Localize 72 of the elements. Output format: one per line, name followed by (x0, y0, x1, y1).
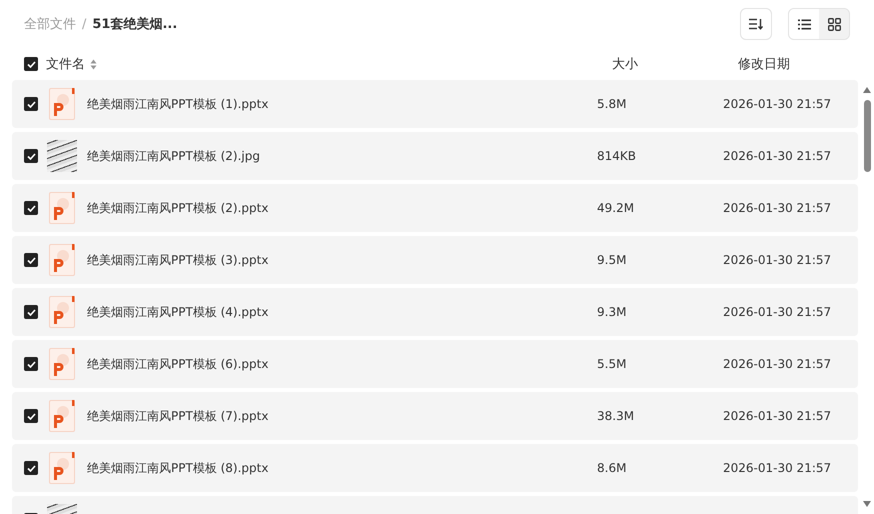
check-icon (26, 412, 36, 420)
check-icon (26, 464, 36, 472)
modified-date: 2026-01-30 21:57 (723, 149, 832, 163)
check-icon (26, 152, 36, 160)
check-icon (26, 360, 36, 368)
check-icon (26, 308, 36, 316)
modified-date: 2026-01-30 21:57 (723, 461, 832, 475)
scrollbar-thumb[interactable] (864, 100, 870, 172)
breadcrumb-item[interactable]: 51套绝美烟... (92, 15, 178, 33)
row-checkbox[interactable] (24, 149, 38, 163)
presentation-file-icon (47, 295, 77, 329)
modified-date: 2026-01-30 21:57 (723, 97, 832, 111)
presentation-file-icon (47, 191, 77, 225)
file-row[interactable]: 绝美烟雨江南风PPT模板 (2).jpg 814KB 2026-01-30 21:57 (12, 132, 858, 180)
row-checkbox[interactable] (24, 461, 38, 475)
file-size: 49.2M (597, 201, 636, 215)
column-header[interactable]: 修改日期 (738, 55, 790, 73)
file-row[interactable]: 绝美烟雨江南风PPT模板 (1).pptx 5.8M 2026-01-30 21:57 (12, 80, 858, 128)
sort-icon (749, 18, 763, 30)
list-icon (798, 18, 810, 30)
file-name[interactable]: 绝美烟雨江南风PPT模板 (2).jpg (87, 148, 597, 164)
modified-date: 2026-01-30 21:57 (723, 253, 832, 267)
row-checkbox[interactable] (24, 305, 38, 319)
modified-date: 2026-01-30 21:57 (723, 201, 832, 215)
file-size: 5.8M (597, 97, 628, 111)
row-checkbox[interactable] (24, 357, 38, 371)
sort-button[interactable] (740, 8, 772, 40)
file-size: 814KB (597, 149, 638, 163)
file-row[interactable]: 绝美烟雨江南风PPT模板 (8).pptx 8.6M 2026-01-30 21:57 (12, 444, 858, 492)
row-checkbox[interactable] (24, 201, 38, 215)
file-row[interactable]: 绝美烟雨江南风PPT模板 (3).pptx 9.5M 2026-01-30 21:57 (12, 236, 858, 284)
row-checkbox[interactable] (24, 409, 38, 423)
check-icon (26, 100, 36, 108)
file-name[interactable]: 绝美烟雨江南风PPT模板 (2).pptx (87, 200, 597, 216)
check-icon (26, 204, 36, 212)
modified-date: 2026-01-30 21:57 (723, 357, 832, 371)
file-name[interactable]: 绝美烟雨江南风PPT模板 (8).pptx (87, 460, 597, 476)
scroll-up-arrow-icon[interactable] (862, 86, 872, 94)
presentation-file-icon (47, 87, 77, 121)
check-icon (26, 60, 36, 68)
scroll-down-arrow-icon[interactable] (862, 500, 872, 508)
list-view-button[interactable] (789, 9, 819, 39)
sort-arrows-icon[interactable] (90, 58, 97, 70)
file-size: 38.3M (597, 409, 636, 423)
presentation-file-icon (47, 451, 77, 485)
file-size: 5.5M (597, 357, 628, 371)
select-all-checkbox[interactable] (24, 57, 38, 71)
file-name[interactable]: 绝美烟雨江南风PPT模板 (7).pptx (87, 408, 597, 424)
check-icon (26, 256, 36, 264)
file-name[interactable]: 绝美烟雨江南风PPT模板 (3).pptx (87, 252, 597, 268)
file-row[interactable]: 绝美烟雨江南风PPT模板 (4).pptx 9.3M 2026-01-30 21:57 (12, 288, 858, 336)
column-header[interactable]: 文件名 (46, 55, 85, 73)
presentation-file-icon (47, 347, 77, 381)
file-name[interactable]: 绝美烟雨江南风PPT模板 (1).pptx (87, 96, 597, 112)
file-size: 9.3M (597, 305, 628, 319)
row-checkbox[interactable] (24, 253, 38, 267)
presentation-file-icon (47, 243, 77, 277)
file-name[interactable]: 绝美烟雨江南风PPT模板 (6).pptx (87, 356, 597, 372)
column-header[interactable]: 大小 (612, 55, 738, 73)
grid-icon (828, 18, 840, 30)
file-row[interactable]: 绝美烟雨江南风PPT模板 (7).pptx 38.3M 2026-01-30 21:57 (12, 392, 858, 440)
file-row[interactable]: 绝美烟雨江南风PPT模板 (2).pptx 49.2M 2026-01-30 21:57 (12, 184, 858, 232)
file-row[interactable]: 绝美烟雨江南风PPT模板 (6).pptx 5.5M 2026-01-30 21:57 (12, 340, 858, 388)
row-checkbox[interactable] (24, 97, 38, 111)
file-size: 8.6M (597, 461, 628, 475)
image-thumbnail (47, 140, 77, 172)
file-size: 9.5M (597, 253, 628, 267)
file-name[interactable]: 绝美烟雨江南风PPT模板 (4).pptx (87, 304, 597, 320)
modified-date: 2026-01-30 21:57 (723, 409, 832, 423)
presentation-file-icon (47, 399, 77, 433)
modified-date: 2026-01-30 21:57 (723, 305, 832, 319)
breadcrumb-separator: / (82, 16, 86, 32)
